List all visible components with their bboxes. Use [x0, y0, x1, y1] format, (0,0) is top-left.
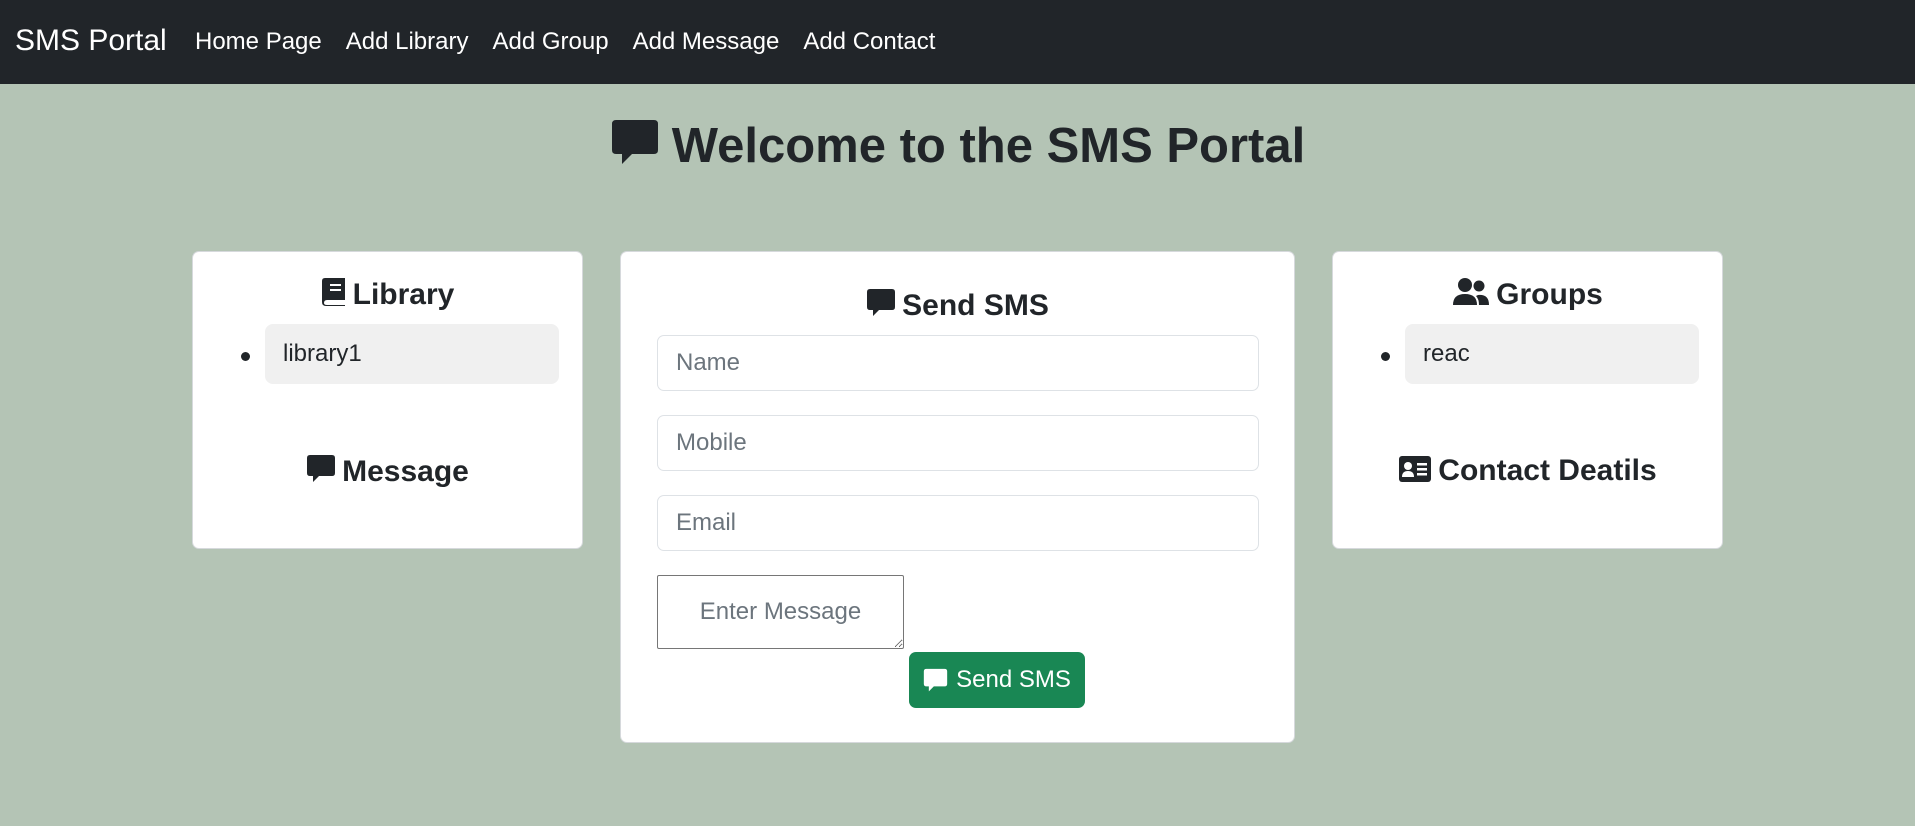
list-bullet [241, 352, 250, 361]
list-bullet [1381, 352, 1390, 361]
comment-icon [610, 118, 660, 178]
page-title-text: Welcome to the SMS Portal [671, 119, 1306, 173]
email-input[interactable] [657, 495, 1259, 551]
message-heading: Message [193, 454, 582, 492]
brand-link[interactable]: SMS Portal [15, 24, 167, 58]
groups-heading: Groups [1333, 277, 1722, 315]
nav-link-home-page[interactable]: Home Page [195, 28, 322, 56]
comment-icon [306, 454, 336, 492]
library-card: Library library1 Message [192, 251, 583, 549]
mobile-input[interactable] [657, 415, 1259, 471]
groups-heading-text: Groups [1496, 278, 1603, 311]
message-textarea[interactable] [657, 575, 904, 649]
nav-link-add-contact[interactable]: Add Contact [803, 28, 935, 56]
send-sms-button-label: Send SMS [956, 666, 1071, 693]
name-input[interactable] [657, 335, 1259, 391]
send-sms-button[interactable]: Send SMS [909, 652, 1085, 708]
nav-link-add-library[interactable]: Add Library [346, 28, 469, 56]
library-heading-text: Library [352, 278, 455, 311]
message-heading-text: Message [342, 455, 469, 488]
book-icon [321, 277, 347, 315]
library-heading: Library [193, 277, 582, 315]
page-title: Welcome to the SMS Portal [0, 118, 1915, 178]
send-sms-heading-text: Send SMS [902, 289, 1049, 322]
contact-details-heading: Contact Deatils [1333, 454, 1722, 491]
comment-icon [866, 288, 896, 326]
library-list-item[interactable]: library1 [265, 324, 559, 384]
send-sms-card: Send SMS Send SMS [620, 251, 1295, 743]
send-sms-heading: Send SMS [621, 288, 1294, 326]
nav-link-add-message[interactable]: Add Message [633, 28, 780, 56]
users-icon [1452, 277, 1490, 315]
nav-links: Home Page Add Library Add Group Add Mess… [195, 28, 935, 56]
groups-card: Groups reac Contact Deatils [1332, 251, 1723, 549]
contact-details-heading-text: Contact Deatils [1438, 454, 1657, 487]
comment-icon [923, 668, 948, 693]
nav-link-add-group[interactable]: Add Group [492, 28, 608, 56]
top-navbar: SMS Portal Home Page Add Library Add Gro… [0, 0, 1915, 84]
address-card-icon [1398, 455, 1432, 491]
group-list-item[interactable]: reac [1405, 324, 1699, 384]
